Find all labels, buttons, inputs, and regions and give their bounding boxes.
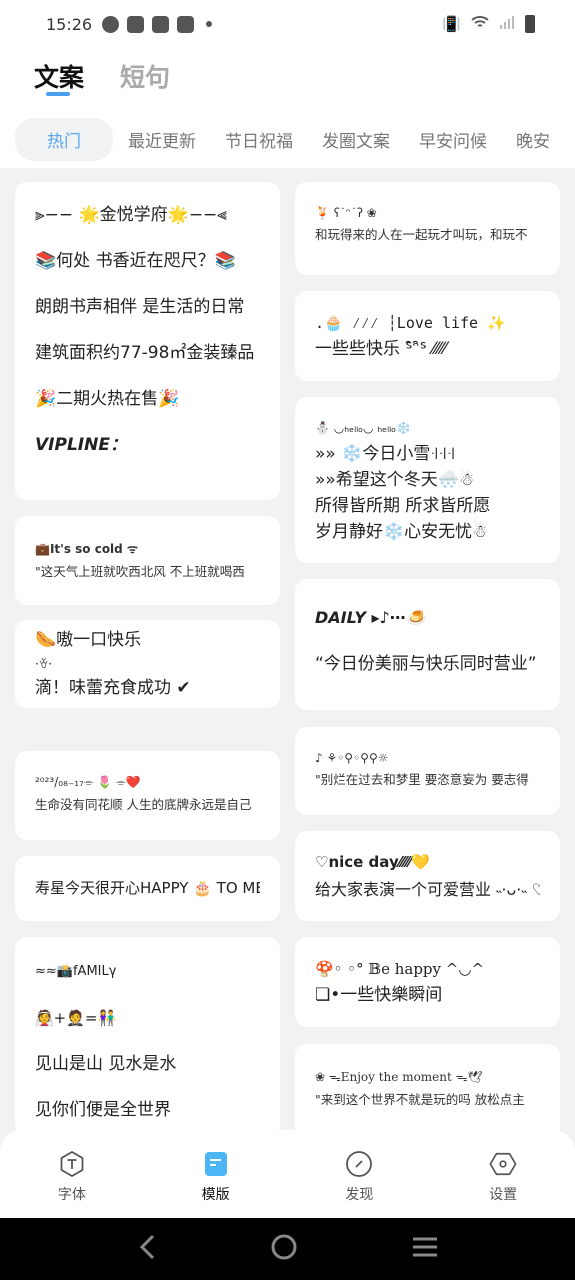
signal-icon xyxy=(499,15,515,33)
card-line: 🎉二期火热在售🎉 xyxy=(35,389,180,409)
nav-discover[interactable]: 发现 xyxy=(288,1130,432,1218)
card-line: VIPLINE： xyxy=(35,435,127,455)
template-card[interactable]: ²⁰²³/₀₈₋₁₇⌯ 🌷 ⌯❤️ 生命没有同花顺 人生的底牌永远是自己 xyxy=(15,751,280,840)
card-line: 生命没有同花顺 人生的底牌永远是自己 xyxy=(35,797,252,812)
template-card[interactable]: ♪ ⚘◦⚲◦⚲⚲☼ "别烂在过去和梦里 要恣意妄为 要志得 xyxy=(295,727,560,815)
more-notifications-icon xyxy=(206,21,213,27)
tab-duanju[interactable]: 短句 xyxy=(120,58,170,94)
discover-icon xyxy=(345,1150,373,1178)
category-moments[interactable]: 发圈文案 xyxy=(322,127,390,152)
card-line: 滴！味蕾充食成功 ✔ xyxy=(35,678,191,698)
card-line: ⫸−− 🌟金悦学府🌟−−⫷ xyxy=(35,205,227,225)
template-card[interactable]: ❀ ᯓEnjoy the moment ᯓ🕊 "来到这个世界不就是玩的吗 放松点… xyxy=(295,1044,560,1144)
template-icon xyxy=(202,1150,230,1178)
nav-font[interactable]: 字体 xyxy=(0,1130,144,1218)
status-time: 15:26 xyxy=(46,14,93,34)
shopping-bag-icon xyxy=(177,15,195,33)
battery-icon xyxy=(525,15,535,33)
card-line: ·ꈊ· xyxy=(35,657,53,671)
card-line: 所得皆所期 所求皆所愿 xyxy=(315,496,491,516)
card-line: 和玩得来的人在一起玩才叫玩，和玩不 xyxy=(315,227,528,242)
template-card[interactable]: 💼It's so cold ᯤ "这天气上班就吹西北风 不上班就喝西 xyxy=(15,516,280,605)
category-recent[interactable]: 最近更新 xyxy=(128,127,196,152)
nav-settings[interactable]: 设置 xyxy=(431,1130,575,1218)
speed-icon xyxy=(102,15,120,33)
tab-wenan[interactable]: 文案 xyxy=(34,58,84,94)
card-line: “今日份美丽与快乐同时营业” xyxy=(315,654,537,674)
wifi-icon xyxy=(471,15,489,33)
card-line: 见你们便是全世界 xyxy=(35,1100,171,1120)
card-line: 👰+🤵=👫 xyxy=(35,1009,117,1027)
card-line: »» ❄️今日小雪꜊꜊꜊ xyxy=(315,444,456,464)
nav-template[interactable]: 模版 xyxy=(144,1130,288,1218)
template-card[interactable]: 🍄◦ ◦° 𝔹e happy ^◡^ ❏•一些快樂瞬间 xyxy=(295,937,560,1027)
header: 15:26 📳 文案 短句 热门 最近更新 节日祝福 发圈文案 早安问候 晚安 xyxy=(0,0,575,168)
template-card[interactable]: 🌭嗷一口快乐 ·ꈊ· 滴！味蕾充食成功 ✔ xyxy=(15,620,280,708)
template-card[interactable]: ♡nice day⁄⁄⁄⁄⁄💛 给大家表演一个可爱营业 ˵·ᴗ·˵ ♡ xyxy=(295,831,560,921)
card-line: 给大家表演一个可爱营业 ˵·ᴗ·˵ ♡ xyxy=(315,880,540,899)
template-card[interactable]: ⫸−− 🌟金悦学府🌟−−⫷ 📚何处 书香近在咫尺？📚 朗朗书声相伴 是生活的日常… xyxy=(15,182,280,500)
card-line: 岁月静好❄️心安无忧☃ xyxy=(315,522,488,542)
bottom-nav: 字体 模版 发现 设置 xyxy=(0,1130,575,1218)
card-line: ❀ ᯓEnjoy the moment ᯓ🕊 xyxy=(315,1070,483,1084)
card-line: .🧁 ⁄⁄⁄ ┆Love life ✨ xyxy=(315,314,506,332)
template-card[interactable]: DAILY ▸♪⋯🍮 “今日份美丽与快乐同时营业” xyxy=(295,579,560,710)
category-tabs: 热门 最近更新 节日祝福 发圈文案 早安问候 晚安 xyxy=(15,118,575,161)
card-line: DAILY ▸♪⋯🍮 xyxy=(315,608,426,627)
card-line: 💼It's so cold ᯤ xyxy=(35,542,138,556)
card-line: 建筑面积约77-98㎡金装臻品 xyxy=(35,343,255,363)
home-button[interactable] xyxy=(271,1234,297,1264)
category-hot[interactable]: 热门 xyxy=(15,118,113,161)
recents-button[interactable] xyxy=(412,1236,438,1262)
category-morning[interactable]: 早安问候 xyxy=(419,127,487,152)
shopping-bag-icon xyxy=(152,15,170,33)
card-line: 🌭嗷一口快乐 xyxy=(35,630,142,650)
vibrate-icon: 📳 xyxy=(442,15,461,33)
card-line: 见山是山 见水是水 xyxy=(35,1054,177,1074)
card-line: »»希望这个冬天🌨️☃ xyxy=(315,470,475,490)
template-card[interactable]: 🍹 ʕ˙ᵔ˙ʔ ❀ 和玩得来的人在一起玩才叫玩，和玩不 xyxy=(295,182,560,275)
card-line: ❏•一些快樂瞬间 xyxy=(315,985,443,1005)
card-line: 🍄◦ ◦° 𝔹e happy ^◡^ xyxy=(315,960,485,978)
category-holiday[interactable]: 节日祝福 xyxy=(225,127,293,152)
settings-icon xyxy=(489,1150,517,1178)
card-line: 寿星今天很开心HAPPY 🎂 TO ME xyxy=(35,879,260,897)
template-card[interactable]: ⛄ ◡ₕₑₗₗₒ◡ ₕₑₗₗₒ❄️ »» ❄️今日小雪꜊꜊꜊ »»希望这个冬天🌨… xyxy=(295,397,560,563)
template-card[interactable]: 寿星今天很开心HAPPY 🎂 TO ME xyxy=(15,856,280,921)
system-nav-bar xyxy=(0,1218,575,1280)
status-bar: 15:26 📳 xyxy=(46,12,535,36)
card-line: 朗朗书声相伴 是生活的日常 xyxy=(35,297,245,317)
template-card[interactable]: .🧁 ⁄⁄⁄ ┆Love life ✨ 一些些快乐 ᔆ̑ᵔ̑ᔆ ⁄⁄⁄⁄⁄ xyxy=(295,291,560,381)
category-night[interactable]: 晚安 xyxy=(516,127,550,152)
card-line: 一些些快乐 ᔆ̑ᵔ̑ᔆ ⁄⁄⁄⁄⁄ xyxy=(315,339,447,359)
card-line: "这天气上班就吹西北风 不上班就喝西 xyxy=(35,564,245,579)
back-button[interactable] xyxy=(137,1234,157,1264)
active-tab-indicator xyxy=(46,92,70,96)
card-line: ²⁰²³/₀₈₋₁₇⌯ 🌷 ⌯❤️ xyxy=(35,775,141,789)
card-line: ⛄ ◡ₕₑₗₗₒ◡ ₕₑₗₗₒ❄️ xyxy=(315,421,412,435)
font-icon xyxy=(58,1150,86,1178)
card-line: ♡nice day⁄⁄⁄⁄⁄💛 xyxy=(315,853,430,871)
template-card[interactable]: ≈≈📸fAMILγ 👰+🤵=👫 见山是山 见水是水 见你们便是全世界 xyxy=(15,937,280,1137)
card-line: ♪ ⚘◦⚲◦⚲⚲☼ xyxy=(315,751,389,765)
card-line: 📚何处 书香近在咫尺？📚 xyxy=(35,251,236,271)
card-line: ≈≈📸fAMILγ xyxy=(35,964,117,979)
shopping-bag-icon xyxy=(127,15,145,33)
card-line: "别烂在过去和梦里 要恣意妄为 要志得 xyxy=(315,772,529,787)
card-line: 🍹 ʕ˙ᵔ˙ʔ ❀ xyxy=(315,206,377,220)
card-line: "来到这个世界不就是玩的吗 放松点主 xyxy=(315,1092,525,1107)
